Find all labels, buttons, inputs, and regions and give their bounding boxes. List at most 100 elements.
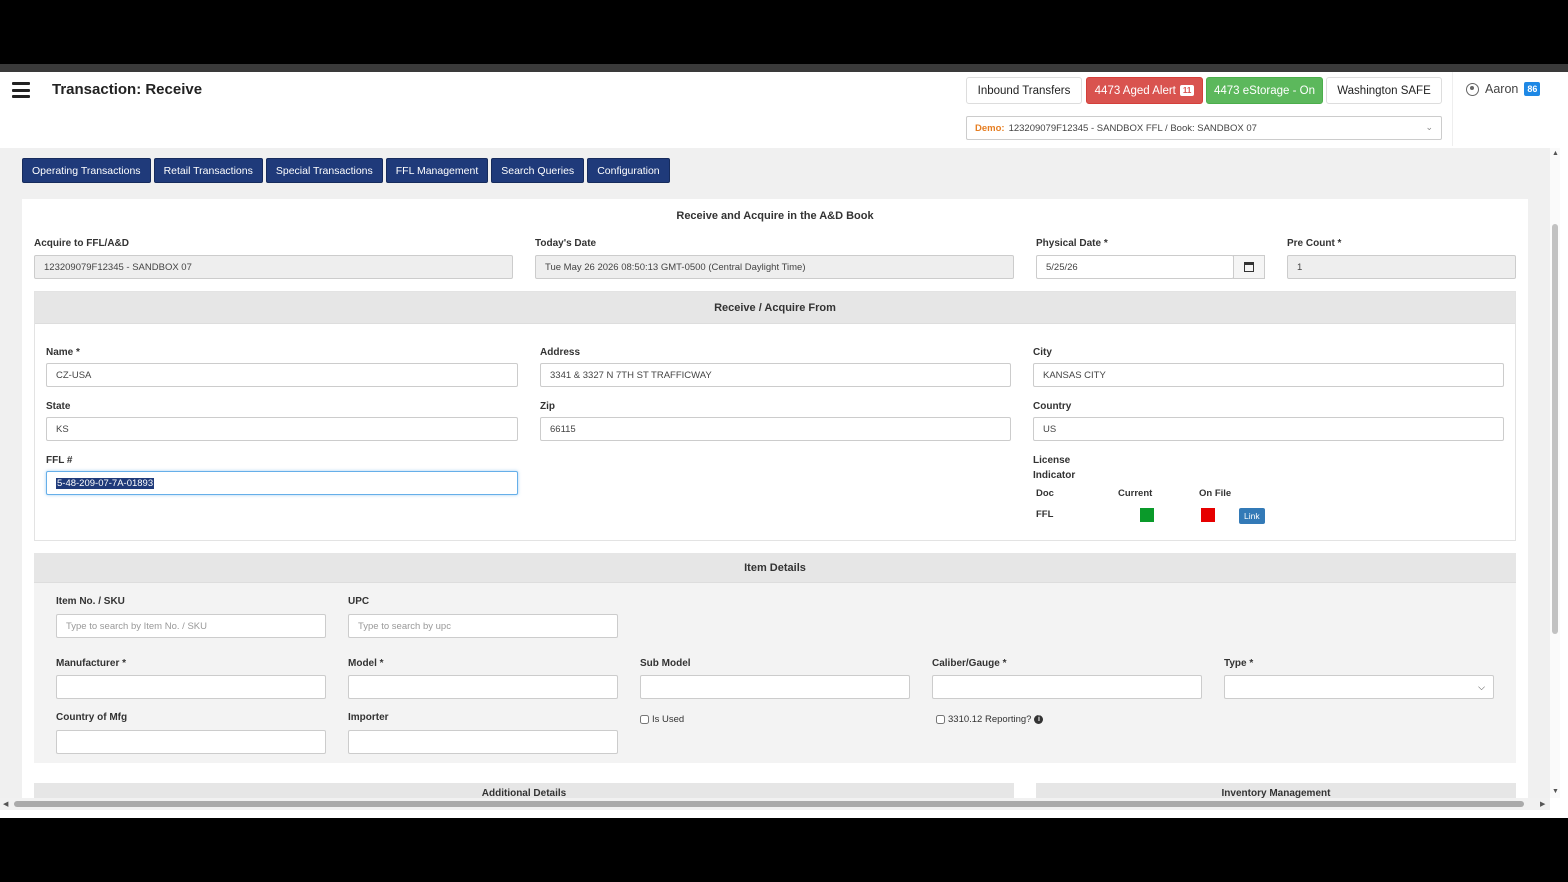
state-label: State	[46, 401, 71, 412]
country-field[interactable]: US	[1033, 417, 1504, 441]
sku-label: Item No. / SKU	[56, 596, 125, 607]
tab-search-queries[interactable]: Search Queries	[491, 158, 585, 183]
book-select[interactable]: Demo: 123209079F12345 - SANDBOX FFL / Bo…	[966, 116, 1442, 140]
user-badge: 86	[1524, 82, 1541, 96]
manufacturer-label: Manufacturer *	[56, 658, 127, 669]
estorage-button[interactable]: 4473 eStorage - On	[1206, 77, 1323, 104]
page-body: Operating Transactions Retail Transactio…	[0, 148, 1550, 803]
user-name: Aaron	[1485, 82, 1519, 96]
acquire-field[interactable]: 123209079F12345 - SANDBOX 07	[34, 255, 513, 279]
col-current-header: Current	[1118, 488, 1153, 499]
info-icon[interactable]: i	[1034, 715, 1044, 724]
license-indicator-label-line1: License	[1033, 455, 1071, 466]
tab-retail-transactions[interactable]: Retail Transactions	[153, 158, 263, 183]
main-nav: Operating Transactions Retail Transactio…	[22, 158, 670, 183]
type-select[interactable]: ⌵	[1224, 675, 1494, 699]
is-used-checkbox[interactable]: Is Used	[640, 714, 684, 725]
caliber-input[interactable]	[932, 675, 1202, 699]
submodel-input[interactable]	[640, 675, 910, 699]
acquire-label: Acquire to FFL/A&D	[34, 238, 129, 249]
importer-label: Importer	[348, 712, 389, 723]
address-label: Address	[540, 347, 581, 358]
receive-from-heading: Receive / Acquire From	[35, 292, 1515, 324]
scroll-right-icon[interactable]: ▶	[1540, 800, 1545, 808]
state-field[interactable]: KS	[46, 417, 518, 441]
license-link-button[interactable]: Link	[1239, 508, 1265, 524]
calendar-icon	[1244, 262, 1254, 272]
scroll-down-icon[interactable]: ▼	[1552, 788, 1559, 795]
is-used-label: Is Used	[652, 714, 685, 725]
ffl-field[interactable]: 5-48-209-07-7A-01893	[46, 471, 518, 495]
receive-form-card: Receive and Acquire in the A&D Book Acqu…	[22, 199, 1528, 803]
washington-safe-button[interactable]: Washington SAFE	[1326, 77, 1442, 104]
city-field[interactable]: KANSAS CITY	[1033, 363, 1504, 387]
country-label: Country	[1033, 401, 1072, 412]
vertical-scroll-thumb[interactable]	[1552, 224, 1558, 634]
address-field[interactable]: 3341 & 3327 N 7TH ST TRAFFICWAY	[540, 363, 1011, 387]
current-status-indicator	[1140, 508, 1154, 522]
pre-count-label: Pre Count *	[1287, 238, 1342, 249]
header-divider	[1452, 72, 1453, 146]
scroll-up-icon[interactable]: ▲	[1552, 150, 1559, 157]
todays-date-field[interactable]: Tue May 26 2026 08:50:13 GMT-0500 (Centr…	[535, 255, 1014, 279]
is-used-input[interactable]	[640, 715, 649, 724]
horizontal-scrollbar[interactable]: ◀ ▶	[0, 798, 1550, 810]
name-label: Name *	[46, 347, 80, 358]
caliber-label: Caliber/Gauge *	[932, 658, 1007, 669]
sku-search-input[interactable]: Type to search by Item No. / SKU	[56, 614, 326, 638]
receive-from-section: Receive / Acquire From Name * CZ-USA Add…	[34, 291, 1516, 541]
city-label: City	[1033, 347, 1052, 358]
zip-label: Zip	[540, 401, 555, 412]
book-demo-prefix: Demo:	[975, 122, 1005, 134]
chevron-down-icon: ⌵	[1478, 682, 1485, 692]
physical-date-label: Physical Date *	[1036, 238, 1108, 249]
window-top-strip	[0, 64, 1568, 72]
tab-special-transactions[interactable]: Special Transactions	[265, 158, 383, 183]
app-header: Transaction: Receive Inbound Transfers 4…	[0, 72, 1560, 148]
scroll-left-icon[interactable]: ◀	[3, 800, 8, 808]
item-details-section: Item Details Item No. / SKU Type to sear…	[34, 553, 1516, 763]
onfile-status-indicator	[1201, 508, 1215, 522]
horizontal-scroll-thumb[interactable]	[14, 801, 1524, 807]
menu-icon[interactable]	[12, 82, 30, 98]
todays-date-label: Today's Date	[535, 238, 597, 249]
col-onfile-header: On File	[1199, 488, 1232, 499]
item-details-heading: Item Details	[34, 553, 1516, 583]
physical-date-field[interactable]: 5/25/26	[1036, 255, 1234, 279]
model-input[interactable]	[348, 675, 618, 699]
submodel-label: Sub Model	[640, 658, 691, 669]
user-menu[interactable]: Aaron 86	[1466, 82, 1541, 96]
form-title: Receive and Acquire in the A&D Book	[676, 210, 874, 222]
name-field[interactable]: CZ-USA	[46, 363, 518, 387]
tab-operating-transactions[interactable]: Operating Transactions	[22, 158, 151, 183]
book-select-value: 123209079F12345 - SANDBOX FFL / Book: SA…	[1008, 122, 1257, 134]
ffl-label: FFL #	[46, 455, 73, 466]
col-doc-header: Doc	[1036, 488, 1054, 499]
pre-count-field[interactable]: 1	[1287, 255, 1516, 279]
license-indicator-label-line2: Indicator	[1033, 470, 1076, 481]
tab-ffl-management[interactable]: FFL Management	[385, 158, 489, 183]
upc-search-input[interactable]: Type to search by upc	[348, 614, 618, 638]
manufacturer-input[interactable]	[56, 675, 326, 699]
reporting-input[interactable]	[936, 715, 945, 724]
type-label: Type *	[1224, 658, 1254, 669]
browser-viewport: Transaction: Receive Inbound Transfers 4…	[0, 64, 1568, 818]
page-title: Transaction: Receive	[52, 81, 203, 98]
calendar-button[interactable]	[1233, 255, 1265, 279]
model-label: Model *	[348, 658, 384, 669]
reporting-checkbox[interactable]: 3310.12 Reporting? i	[936, 714, 1044, 725]
doc-ffl-label: FFL	[1036, 509, 1054, 520]
tab-configuration[interactable]: Configuration	[587, 158, 670, 183]
aged-alert-count-badge: 11	[1179, 85, 1195, 96]
aged-alert-label: 4473 Aged Alert	[1094, 84, 1176, 97]
upc-label: UPC	[348, 596, 370, 607]
aged-alert-button[interactable]: 4473 Aged Alert 11	[1086, 77, 1203, 104]
chevron-down-icon: ⌄	[1425, 122, 1433, 132]
importer-input[interactable]	[348, 730, 618, 754]
reporting-label: 3310.12 Reporting?	[948, 714, 1032, 725]
inbound-transfers-button[interactable]: Inbound Transfers	[966, 77, 1082, 104]
zip-field[interactable]: 66115	[540, 417, 1011, 441]
user-icon	[1466, 82, 1479, 96]
country-mfg-input[interactable]	[56, 730, 326, 754]
vertical-scrollbar[interactable]: ▲ ▼	[1550, 148, 1560, 798]
